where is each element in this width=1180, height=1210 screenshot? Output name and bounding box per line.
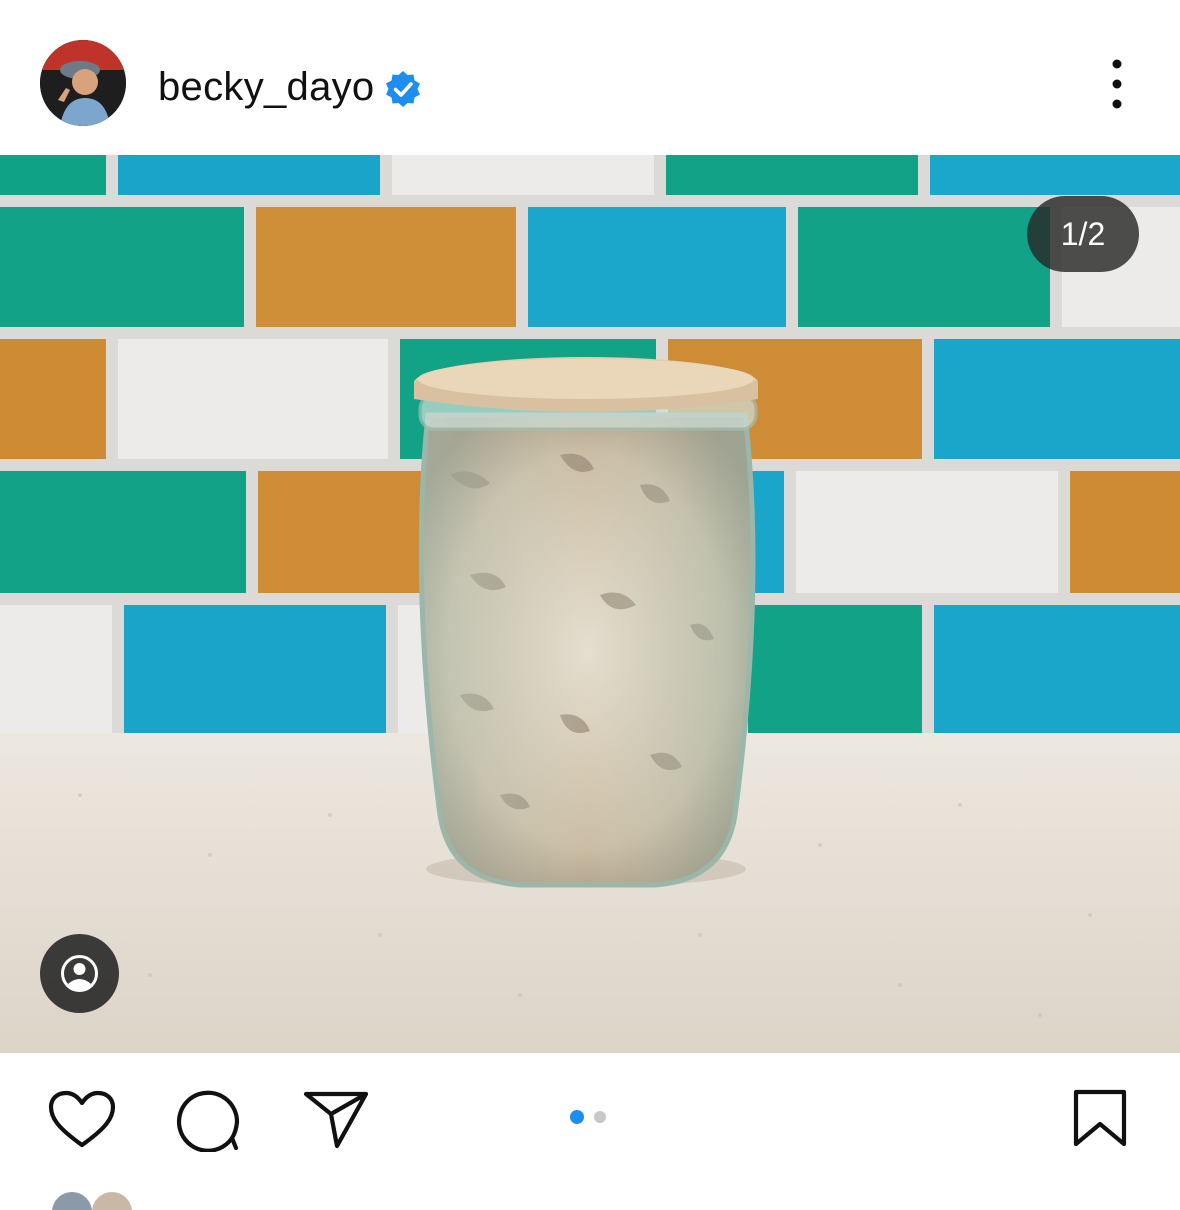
carousel-dot-active (570, 1110, 584, 1124)
carousel-dot (594, 1111, 606, 1123)
carousel-indicator (570, 1110, 610, 1124)
user-tag-icon (61, 955, 98, 992)
avatar[interactable] (40, 40, 126, 126)
verified-badge-icon (386, 71, 420, 107)
comment-bubble-icon[interactable] (174, 1088, 242, 1152)
avatar-photo (40, 40, 126, 126)
post-header: becky_dayo (0, 0, 1180, 155)
jar-photo (0, 155, 1180, 1053)
heart-icon[interactable] (48, 1090, 116, 1150)
username[interactable]: becky_dayo (158, 63, 374, 111)
vertical-ellipsis-icon[interactable] (1097, 55, 1137, 115)
liked-by-avatars (52, 1192, 132, 1210)
post-image[interactable]: 1/2 (0, 155, 1180, 1053)
carousel-counter: 1/2 (1027, 196, 1139, 272)
send-paper-plane-icon[interactable] (302, 1088, 370, 1150)
tag-people-button[interactable] (40, 934, 119, 1013)
bookmark-icon[interactable] (1072, 1088, 1128, 1148)
